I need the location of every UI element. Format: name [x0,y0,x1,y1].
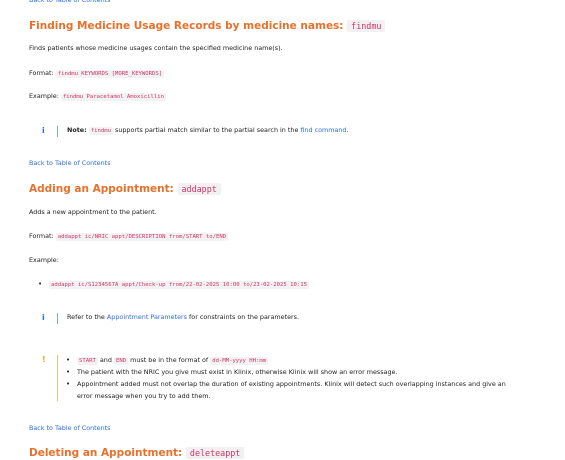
list-item: The patient with the NRIC you give must … [66,368,547,377]
date-format-code: dd-MM-yyyy HH:mm [210,357,269,365]
info-text-before: Refer to the [67,313,105,321]
findmu-format-code: findmu KEYWORDS [MORE_KEYWORDS] [55,70,165,78]
addappt-example-label: Example: [29,256,59,264]
note-code: findmu [88,127,113,135]
overlap-line-2: error message when you try to add them. [77,392,211,400]
addappt-format-label: Format: [29,232,54,240]
callout-bar [57,355,58,401]
list-item: Appointment added must not overlap the d… [66,380,547,401]
info-icon: i [42,313,45,322]
findmu-heading-text: Finding Medicine Usage Records by medici… [29,20,344,32]
addappt-warning-callout: ! START and END must be in the format of… [37,355,547,401]
back-to-toc-link[interactable]: Back to Table of Contents [29,424,111,433]
addappt-heading: Adding an Appointment: addappt [29,182,221,196]
findmu-format-label: Format: [29,69,54,77]
deleteappt-heading-command: deleteappt [185,447,245,459]
note-body: supports partial match similar to the pa… [115,126,299,134]
overlap-line-1: Appointment added must not overlap the d… [77,380,506,388]
warning-list: START and END must be in the format of d… [66,356,547,401]
findmu-note-text: Note: findmu supports partial match simi… [67,126,349,136]
list-item: START and END must be in the format of d… [66,356,547,366]
info-text-after: for constraints on the parameters. [189,313,300,321]
addappt-info-text: Refer to the Appointment Parameters for … [67,313,299,322]
findmu-note-callout: i Note: findmu supports partial match si… [37,126,547,138]
addappt-format: Format: addappt ic/NRIC appt/DESCRIPTION… [29,232,229,242]
addappt-heading-command: addappt [177,183,221,195]
back-to-toc-link[interactable]: Back to Table of Contents [29,0,111,5]
find-command-link[interactable]: find command [300,126,346,134]
back-to-toc-link[interactable]: Back to Table of Contents [29,159,111,168]
findmu-heading-command: findmu [347,20,386,32]
note-end: . [346,126,349,134]
addappt-format-code: addappt ic/NRIC appt/DESCRIPTION from/ST… [55,233,229,241]
callout-bar [57,126,58,137]
list-item: addappt ic/S1234567A appt/Check-up from/… [38,280,309,290]
addappt-example-code: addappt ic/S1234567A appt/Check-up from/… [49,281,309,289]
findmu-example-label: Example: [29,92,59,100]
and-text: and [99,356,112,364]
findmu-description: Finds patients whose medicine usages con… [29,44,283,52]
addappt-heading-text: Adding an Appointment: [29,183,174,195]
findmu-format: Format: findmu KEYWORDS [MORE_KEYWORDS] [29,69,165,79]
findmu-heading: Finding Medicine Usage Records by medici… [29,19,386,33]
addappt-description: Adds a new appointment to the patient. [29,208,157,216]
addappt-example-list: addappt ic/S1234567A appt/Check-up from/… [38,280,309,290]
warning-icon: ! [42,355,46,364]
note-label: Note: [67,126,87,134]
callout-bar [57,313,58,324]
findmu-example-code: findmu Paracetamol Amoxicillin [60,93,166,101]
end-code: END [113,357,129,365]
deleteappt-heading: Deleting an Appointment: deleteappt [29,446,245,460]
start-code: START [77,357,98,365]
addappt-info-callout: i Refer to the Appointment Parameters fo… [37,313,547,325]
info-icon: i [42,126,45,135]
format-text: must be in the format of [130,356,209,364]
findmu-example: Example: findmu Paracetamol Amoxicillin [29,92,166,102]
deleteappt-heading-text: Deleting an Appointment: [29,447,183,459]
appointment-parameters-link[interactable]: Appointment Parameters [107,313,187,321]
